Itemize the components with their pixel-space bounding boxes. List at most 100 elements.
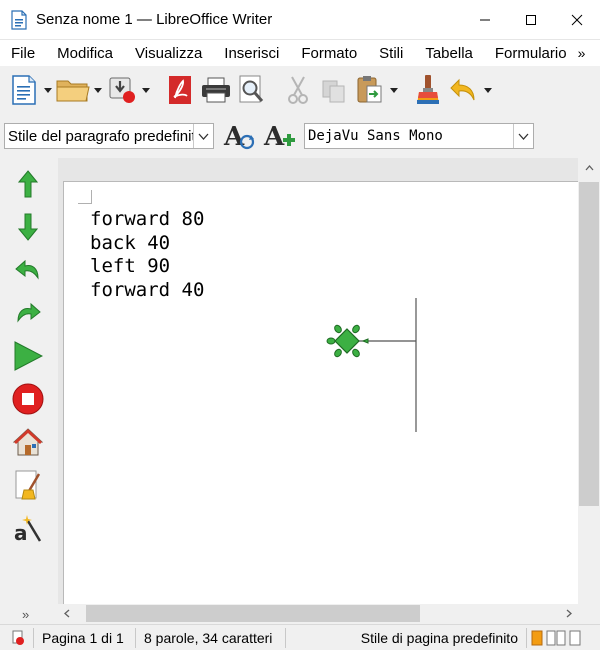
- page-style[interactable]: Stile di pagina predefinito: [286, 627, 527, 648]
- save-icon: [109, 77, 135, 103]
- font-name-select[interactable]: DejaVu Sans Mono: [304, 123, 534, 149]
- sidebar-overflow-chevron[interactable]: »: [22, 607, 29, 622]
- new-style-button[interactable]: A: [260, 117, 300, 155]
- forward-button[interactable]: [10, 166, 46, 202]
- title-bar: Senza nome 1 — LibreOffice Writer: [0, 0, 600, 40]
- maximize-button[interactable]: [508, 0, 554, 40]
- menu-visualizza[interactable]: Visualizza: [124, 45, 213, 62]
- chevron-down-icon[interactable]: [193, 124, 213, 148]
- home-button[interactable]: [10, 424, 46, 460]
- open-button[interactable]: [54, 71, 92, 109]
- logo-toolbar: a »: [0, 158, 58, 624]
- update-style-icon: A: [223, 122, 255, 151]
- vertical-scroll-thumb[interactable]: [579, 182, 599, 506]
- view-layout-group: [527, 628, 585, 648]
- turtle-icon[interactable]: [326, 324, 369, 358]
- export-pdf-button[interactable]: [162, 71, 198, 109]
- book-view-icon[interactable]: [569, 630, 581, 646]
- translate-button[interactable]: a: [10, 510, 46, 546]
- magic-wand-icon: a: [14, 515, 42, 543]
- undo-dropdown[interactable]: [482, 71, 494, 109]
- svg-text:a: a: [14, 521, 28, 543]
- menu-formato[interactable]: Formato: [290, 45, 368, 62]
- word-count[interactable]: 8 parole, 34 caratteri: [136, 627, 286, 648]
- arrow-up-icon: [18, 170, 38, 198]
- document-area: forward 80 back 40 left 90 forward 40: [58, 158, 578, 604]
- menu-tabella[interactable]: Tabella: [414, 45, 484, 62]
- paragraph-style-select[interactable]: Stile del paragrafo predefinito: [4, 123, 214, 149]
- chevron-down-icon: [142, 87, 150, 93]
- new-document-dropdown[interactable]: [42, 71, 54, 109]
- new-document-button[interactable]: [6, 71, 42, 109]
- scroll-right-button[interactable]: [560, 604, 578, 622]
- backward-button[interactable]: [10, 209, 46, 245]
- magnifier-icon: [239, 75, 264, 103]
- maximize-icon: [526, 14, 536, 25]
- paintbrush-icon: [417, 75, 439, 104]
- menu-formulario[interactable]: Formulario: [484, 45, 578, 62]
- chevron-down-icon: [390, 87, 398, 93]
- horizontal-scroll-thumb[interactable]: [86, 605, 420, 622]
- multi-page-view-icon[interactable]: [546, 630, 566, 646]
- printer-icon: [202, 77, 230, 103]
- copy-button[interactable]: [316, 71, 352, 109]
- pdf-icon: [169, 76, 191, 104]
- scroll-up-button[interactable]: [578, 158, 600, 178]
- rotate-left-icon: [15, 259, 39, 280]
- open-dropdown[interactable]: [92, 71, 104, 109]
- update-style-button[interactable]: A: [220, 117, 260, 155]
- clear-screen-button[interactable]: [10, 467, 46, 503]
- document-modified-icon: [12, 630, 24, 645]
- document-modified-indicator[interactable]: [0, 627, 34, 648]
- undo-button[interactable]: [446, 71, 482, 109]
- single-page-view-icon[interactable]: [531, 630, 543, 646]
- menu-overflow-chevron[interactable]: »: [578, 45, 586, 61]
- document-page[interactable]: forward 80 back 40 left 90 forward 40: [64, 182, 578, 604]
- home-icon: [13, 428, 43, 456]
- run-button[interactable]: [10, 338, 46, 374]
- minimize-button[interactable]: [462, 0, 508, 40]
- menu-file[interactable]: File: [0, 45, 46, 62]
- folder-icon: [56, 80, 90, 102]
- clipboard-icon: [357, 76, 382, 103]
- turn-left-button[interactable]: [10, 252, 46, 288]
- chevron-down-icon: [484, 87, 492, 93]
- stop-button[interactable]: [10, 381, 46, 417]
- page-number[interactable]: Pagina 1 di 1: [34, 627, 136, 648]
- arrow-down-icon: [18, 213, 38, 241]
- writer-app-icon: [11, 9, 27, 30]
- status-bar: Pagina 1 di 1 8 parole, 34 caratteri Sti…: [0, 624, 600, 650]
- chevron-down-icon: [94, 87, 102, 93]
- close-button[interactable]: [554, 0, 600, 40]
- cut-button[interactable]: [280, 71, 316, 109]
- save-dropdown[interactable]: [140, 71, 152, 109]
- paste-button[interactable]: [352, 71, 388, 109]
- clone-formatting-button[interactable]: [410, 71, 446, 109]
- save-button[interactable]: [104, 71, 140, 109]
- turtle-drawing: [326, 298, 417, 432]
- new-document-icon: [12, 75, 36, 105]
- standard-toolbar: [0, 66, 600, 114]
- chevron-down-icon[interactable]: [513, 124, 533, 148]
- new-style-icon: A: [263, 122, 295, 151]
- svg-text:A: A: [263, 122, 285, 151]
- chevron-down-icon: [44, 87, 52, 93]
- copy-icon: [322, 80, 345, 103]
- undo-icon: [450, 78, 475, 101]
- vertical-scrollbar[interactable]: [578, 158, 600, 604]
- turn-right-button[interactable]: [10, 295, 46, 331]
- paste-dropdown[interactable]: [388, 71, 400, 109]
- formatting-toolbar: Stile del paragrafo predefinito A A Deja…: [0, 114, 600, 158]
- print-button[interactable]: [198, 71, 234, 109]
- menu-modifica[interactable]: Modifica: [46, 45, 124, 62]
- scroll-left-button[interactable]: [58, 604, 76, 622]
- paragraph-style-value: Stile del paragrafo predefinito: [8, 127, 193, 145]
- close-icon: [571, 14, 583, 25]
- print-preview-button[interactable]: [234, 71, 270, 109]
- menu-inserisci[interactable]: Inserisci: [213, 45, 290, 62]
- menu-stili[interactable]: Stili: [368, 45, 414, 62]
- broom-page-icon: [15, 470, 41, 500]
- horizontal-scrollbar[interactable]: [58, 604, 600, 624]
- stop-icon: [12, 383, 44, 415]
- chevron-right-icon: [566, 609, 572, 617]
